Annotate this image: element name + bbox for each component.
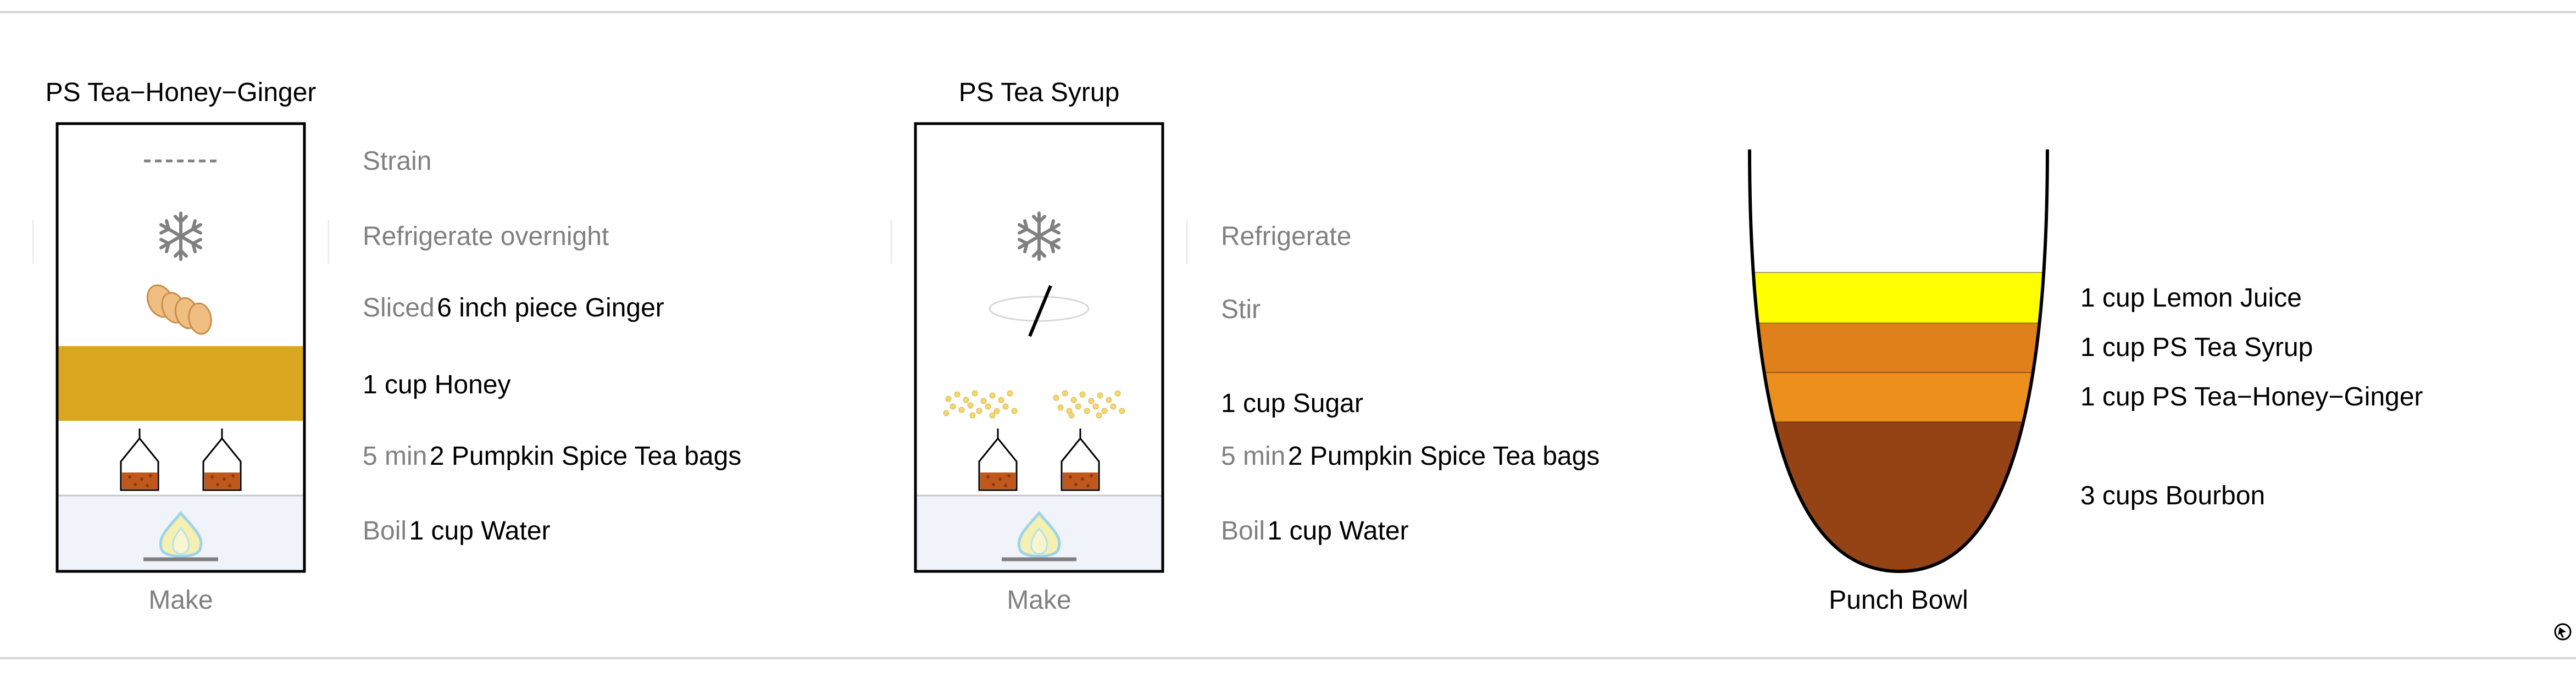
stir-icon [989,285,1090,337]
bowl-layer-label: 1 cup PS Tea Syrup [2080,333,2313,362]
honey-layer [57,346,304,421]
tea-bag-icon [1061,427,1100,491]
recipe-ps-tea-honey-ginger: PS Tea−Honey−Ginger Make Strain Refriger… [32,78,741,615]
step-label-ginger: Sliced 6 inch piece Ginger [363,293,664,322]
step-label-boil: Boil 1 cup Water [1221,516,1409,546]
corner-badge-icon[interactable] [2554,623,2572,641]
bowl-layer-tea-honey-ginger [1750,372,2047,422]
bowl-layer-label: 3 cups Bourbon [2080,481,2265,510]
bowl-layer-label: 1 cup PS Tea−Honey−Ginger [2080,382,2423,411]
ginger-icon [146,284,212,335]
step-label-stir: Stir [1221,295,1261,324]
footer-label: Make [1007,586,1071,615]
step-label-refrigerate: Refrigerate [1221,222,1351,251]
step-label-refrigerate: Refrigerate overnight [363,222,609,251]
step-label-sugar: 1 cup Sugar [1221,389,1363,418]
step-label-tea: 5 min 2 Pumpkin Spice Tea bags [363,442,741,471]
bowl-layer-label: 1 cup Lemon Juice [2080,283,2302,313]
sugar-icon [943,390,1125,419]
recipe-ps-tea-syrup: PS Tea Syrup Make Refrigerate Stir 1 cup… [890,78,1600,615]
step-label-tea: 5 min 2 Pumpkin Spice Tea bags [1221,442,1600,471]
bowl-layer-tea-syrup [1750,323,2047,372]
tea-bag-icon [120,427,159,491]
snowflake-icon [161,213,201,259]
tea-bag-icon [202,427,242,491]
bowl-layer-bourbon [1750,422,2047,571]
punch-bowl: Punch Bowl 1 cup Lemon Juice 1 cup PS Te… [1748,149,2423,615]
step-label-boil: Boil 1 cup Water [363,516,551,546]
recipe-title: PS Tea Syrup [959,78,1120,107]
tea-bag-icon [978,427,1018,491]
snowflake-icon [1019,213,1059,259]
step-label-honey: 1 cup Honey [363,370,511,399]
step-label-strain: Strain [363,147,431,176]
bowl-label: Punch Bowl [1829,586,1968,615]
footer-label: Make [148,586,213,615]
recipe-title: PS Tea−Honey−Ginger [46,78,317,107]
bowl-layer-lemon-juice [1750,272,2047,323]
recipe-diagram: PS Tea−Honey−Ginger Make Strain Refriger… [0,11,2576,659]
